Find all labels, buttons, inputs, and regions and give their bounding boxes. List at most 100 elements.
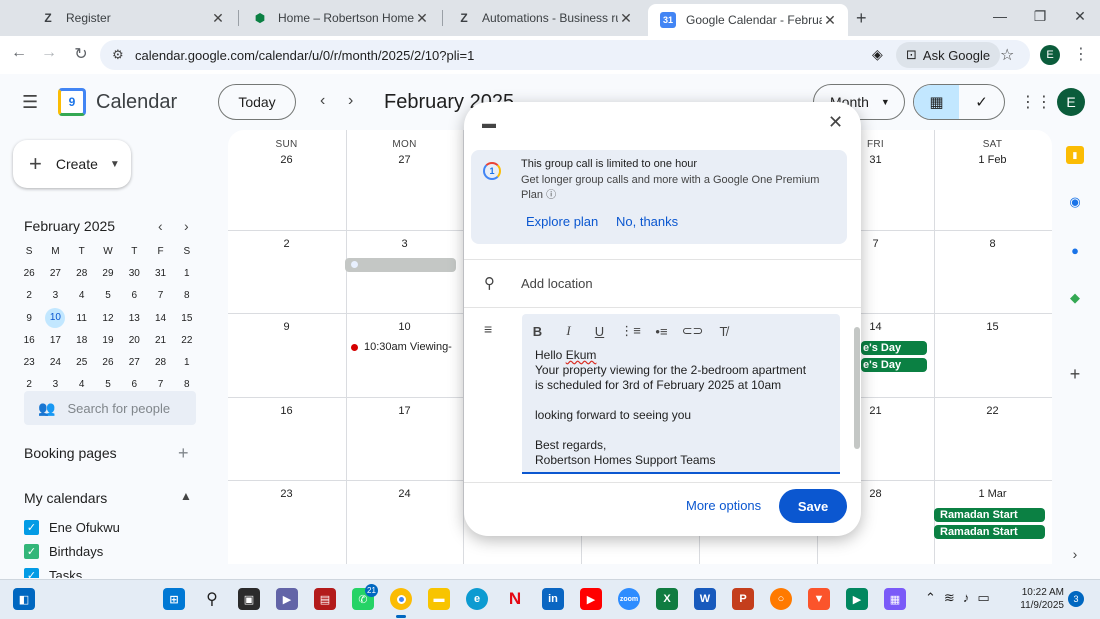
- day-number[interactable]: 1 Feb: [934, 154, 1051, 166]
- netflix-icon[interactable]: N: [504, 588, 526, 610]
- day-number[interactable]: 2: [228, 238, 345, 250]
- notification-badge[interactable]: 3: [1068, 591, 1084, 607]
- calendar-view-icon[interactable]: ▦: [914, 85, 959, 119]
- mini-day[interactable]: 26: [16, 268, 42, 279]
- calendar-tasks-toggle[interactable]: ▦ ✓: [913, 84, 1005, 120]
- day-number[interactable]: 27: [346, 154, 463, 166]
- italic-icon[interactable]: I: [553, 323, 584, 339]
- day-number[interactable]: 10: [346, 321, 463, 333]
- close-icon[interactable]: ✕: [828, 112, 843, 133]
- pdf-reader-icon[interactable]: ▤: [314, 588, 336, 610]
- drag-handle-icon[interactable]: ▬: [482, 115, 496, 131]
- mini-day[interactable]: 31: [147, 268, 173, 279]
- chevron-up-icon[interactable]: ⌃: [925, 590, 936, 606]
- mini-day[interactable]: 21: [147, 335, 173, 346]
- contacts-icon[interactable]: ●: [1066, 241, 1084, 259]
- mini-day[interactable]: 5: [95, 290, 121, 301]
- mini-day[interactable]: 20: [121, 335, 147, 346]
- my-calendars-label[interactable]: My calendars: [24, 490, 107, 506]
- mini-day[interactable]: 6: [121, 379, 147, 390]
- excel-icon[interactable]: X: [656, 588, 678, 610]
- checkbox-icon[interactable]: ✓: [24, 568, 39, 578]
- mini-day[interactable]: 2: [16, 379, 42, 390]
- mini-day[interactable]: 26: [95, 357, 121, 368]
- misspelled-name[interactable]: Ekum: [566, 348, 597, 362]
- minimize-icon[interactable]: —: [990, 8, 1010, 24]
- mini-day[interactable]: 24: [42, 357, 68, 368]
- battery-icon[interactable]: ▭: [977, 590, 989, 606]
- day-number[interactable]: 16: [228, 405, 345, 417]
- volume-icon[interactable]: ♪: [963, 590, 970, 606]
- mini-day[interactable]: 10: [42, 308, 68, 329]
- chrome-icon[interactable]: [390, 588, 412, 610]
- windows-start-icon[interactable]: ⊞: [163, 588, 185, 610]
- mini-prev-icon[interactable]: ‹: [158, 218, 163, 234]
- mini-day[interactable]: 29: [95, 268, 121, 279]
- link-icon[interactable]: ⊂⊃: [677, 323, 708, 339]
- mini-day[interactable]: 1: [174, 268, 200, 279]
- dialog-scrollbar[interactable]: [854, 327, 860, 449]
- mini-day[interactable]: 4: [69, 290, 95, 301]
- mini-day[interactable]: 11: [69, 313, 95, 324]
- new-tab-plus-icon[interactable]: +: [856, 8, 867, 29]
- main-menu-icon[interactable]: ☰: [22, 92, 38, 113]
- maps-icon[interactable]: ◆: [1066, 289, 1084, 307]
- close-window-icon[interactable]: ✕: [1070, 8, 1090, 25]
- tab-google-calendar[interactable]: 31 Google Calendar - February 202 ✕: [648, 4, 848, 36]
- help-icon[interactable]: ⓘ: [546, 190, 556, 201]
- chevron-left-icon[interactable]: ‹: [320, 92, 325, 110]
- tab-robertson-home[interactable]: ⬢ Home – Robertson Homes – Ze ✕: [240, 4, 440, 32]
- mini-day[interactable]: 3: [42, 290, 68, 301]
- app-title[interactable]: Calendar: [96, 91, 177, 114]
- mini-day[interactable]: 27: [42, 268, 68, 279]
- day-number[interactable]: 3: [346, 238, 463, 250]
- day-number[interactable]: 22: [934, 405, 1051, 417]
- mini-day[interactable]: 18: [69, 335, 95, 346]
- keep-icon[interactable]: ▮: [1066, 146, 1084, 164]
- bold-icon[interactable]: B: [522, 324, 553, 339]
- bulleted-list-icon[interactable]: •≡: [646, 324, 677, 339]
- url-text[interactable]: calendar.google.com/calendar/u/0/r/month…: [135, 48, 474, 63]
- checkbox-icon[interactable]: ✓: [24, 520, 39, 535]
- back-arrow-icon[interactable]: ←: [8, 44, 30, 62]
- chevron-right-icon[interactable]: ›: [348, 92, 353, 110]
- wifi-icon[interactable]: ≋: [944, 590, 955, 606]
- youtube-icon[interactable]: ▶: [580, 588, 602, 610]
- add-booking-page-icon[interactable]: +: [178, 443, 189, 464]
- chevron-up-icon[interactable]: ▲: [180, 489, 192, 503]
- valentines-day-event[interactable]: e's Day: [861, 341, 927, 355]
- restore-icon[interactable]: ❐: [1030, 8, 1050, 25]
- edge-icon[interactable]: e: [466, 588, 488, 610]
- word-icon[interactable]: W: [694, 588, 716, 610]
- forward-arrow-icon[interactable]: →: [38, 44, 60, 62]
- taskbar-clock[interactable]: 10:22 AM 11/9/2025: [1018, 586, 1064, 612]
- bookmark-star-icon[interactable]: ☆: [1000, 45, 1014, 65]
- mini-day[interactable]: 8: [174, 290, 200, 301]
- powerpoint-icon[interactable]: P: [732, 588, 754, 610]
- file-explorer-icon[interactable]: ▬: [428, 588, 450, 610]
- mini-day[interactable]: 3: [42, 379, 68, 390]
- description-text[interactable]: Hello Ekum Your property viewing for the…: [535, 348, 835, 468]
- browser-app-icon[interactable]: ○: [770, 588, 792, 610]
- ask-google-button[interactable]: ⊡ Ask Google: [896, 42, 1001, 68]
- mini-day[interactable]: 1: [174, 357, 200, 368]
- day-number[interactable]: 24: [346, 488, 463, 500]
- mini-day[interactable]: 30: [121, 268, 147, 279]
- mini-day[interactable]: 7: [147, 379, 173, 390]
- day-number[interactable]: 1 Mar: [934, 488, 1051, 500]
- linkedin-icon[interactable]: in: [542, 588, 564, 610]
- play-store-icon[interactable]: ▶: [846, 588, 868, 610]
- mini-day[interactable]: 8: [174, 379, 200, 390]
- mini-day[interactable]: 14: [147, 313, 173, 324]
- mini-day[interactable]: 12: [95, 313, 121, 324]
- desktop-widget-icon[interactable]: ◧: [13, 588, 35, 610]
- lens-icon[interactable]: ◈: [872, 46, 883, 63]
- day-number[interactable]: 26: [228, 154, 345, 166]
- day-number[interactable]: 23: [228, 488, 345, 500]
- day-number[interactable]: 9: [228, 321, 345, 333]
- tab-register[interactable]: Z Register ✕: [28, 4, 236, 32]
- mini-day[interactable]: 28: [69, 268, 95, 279]
- account-avatar[interactable]: E: [1057, 88, 1085, 116]
- site-settings-icon[interactable]: ⚙: [112, 47, 124, 63]
- location-input[interactable]: Add location: [521, 276, 593, 291]
